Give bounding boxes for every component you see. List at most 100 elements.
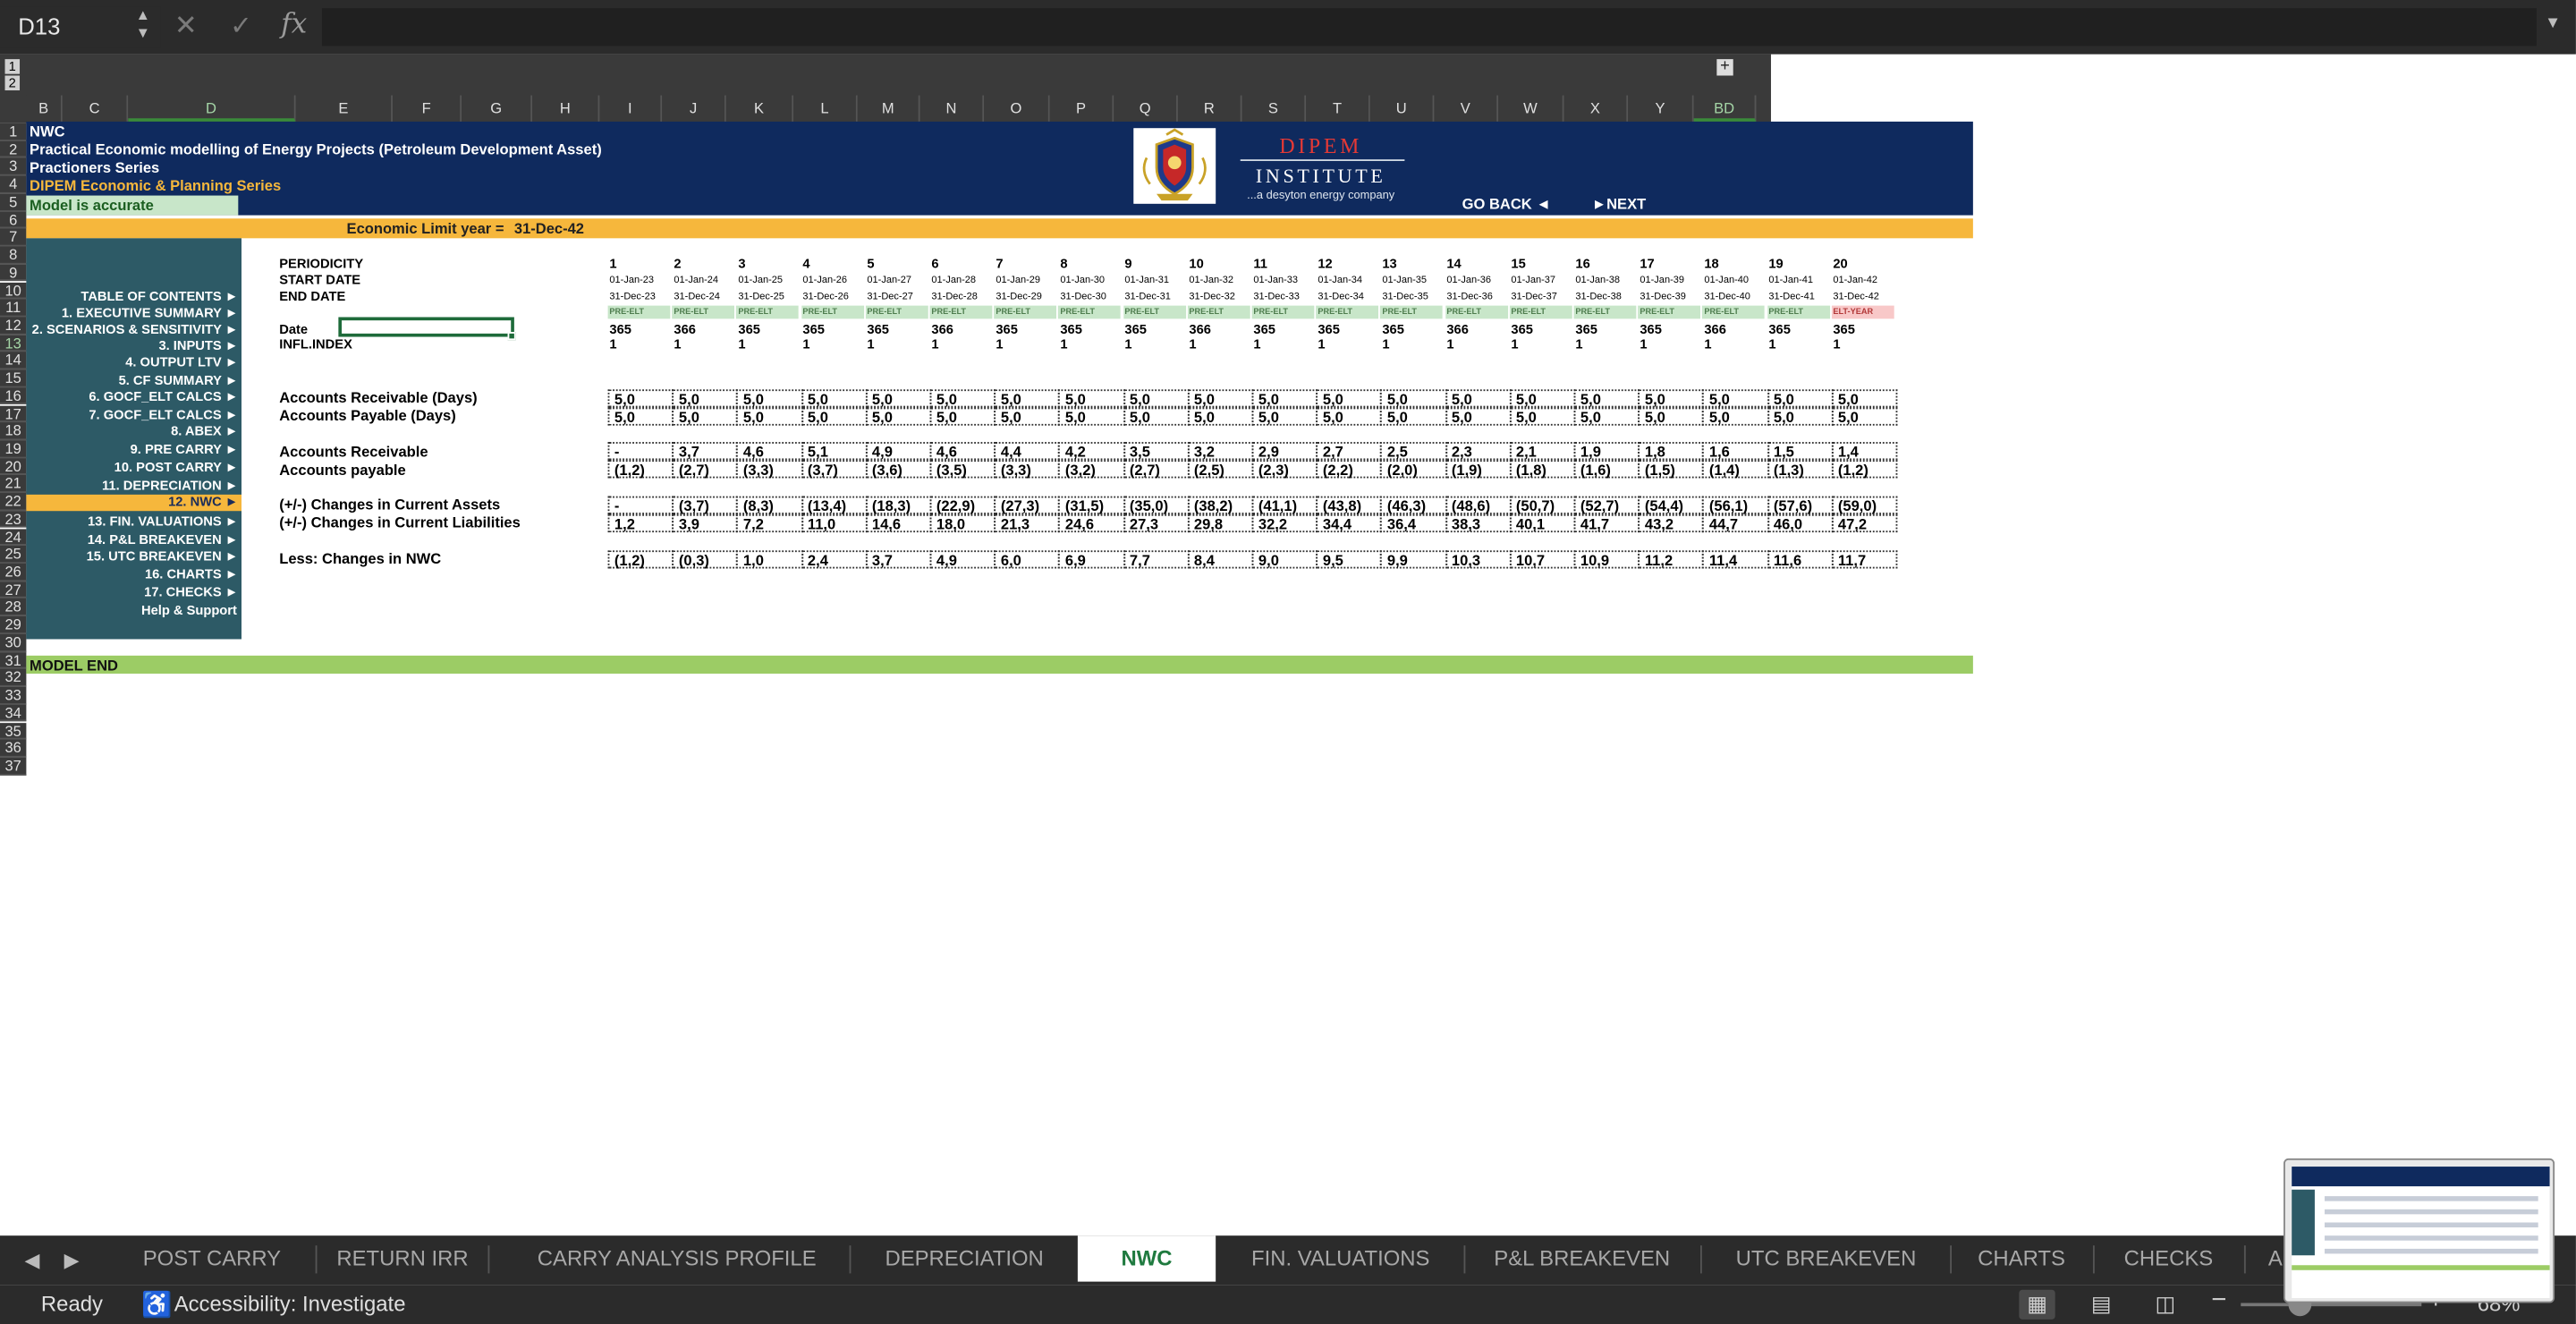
column-header[interactable]: S xyxy=(1241,95,1307,122)
help-support-link[interactable]: Help & Support xyxy=(141,603,237,618)
toc-item[interactable]: 8. ABEX ► xyxy=(26,424,238,439)
ap-cell[interactable]: (1,8) xyxy=(1509,460,1576,479)
ap-cell[interactable]: (1,2) xyxy=(1831,460,1898,479)
toc-item[interactable]: 15. UTC BREAKEVEN ► xyxy=(26,548,239,564)
ap-cell[interactable]: (3,7) xyxy=(801,460,868,479)
ar-cell[interactable]: 4,4 xyxy=(994,442,1061,461)
ap-cell[interactable]: (3,3) xyxy=(994,460,1061,479)
sheet-tab[interactable]: UTC BREAKEVEN xyxy=(1702,1235,1950,1281)
sheet-tab[interactable]: NWC xyxy=(1077,1235,1216,1282)
row-header[interactable]: 8 xyxy=(0,246,27,265)
row-header[interactable]: 7 xyxy=(0,228,27,247)
changes-ca-cell[interactable]: (18,3) xyxy=(865,496,932,514)
row-header[interactable]: 2 xyxy=(0,140,27,159)
toc-item[interactable]: 13. FIN. VALUATIONS ► xyxy=(26,514,238,530)
ar-days-cell[interactable]: 5,0 xyxy=(1831,389,1898,408)
column-header[interactable]: BD xyxy=(1693,95,1757,122)
ar-cell[interactable]: 4,9 xyxy=(865,442,932,461)
row-header[interactable]: 9 xyxy=(0,264,27,282)
ap-days-cell[interactable]: 5,0 xyxy=(1187,407,1254,426)
ar-cell[interactable]: 1,6 xyxy=(1702,442,1769,461)
row-header[interactable]: 11 xyxy=(0,299,27,318)
ar-cell[interactable]: 3,7 xyxy=(672,442,739,461)
ap-cell[interactable]: (3,2) xyxy=(1058,460,1125,479)
ar-days-cell[interactable]: 5,0 xyxy=(1058,389,1125,408)
column-header[interactable]: N xyxy=(919,95,985,122)
row-header[interactable]: 32 xyxy=(0,669,27,687)
changes-cl-cell[interactable]: 46,0 xyxy=(1767,513,1834,533)
ap-cell[interactable]: (2,7) xyxy=(1123,460,1190,479)
ar-days-cell[interactable]: 5,0 xyxy=(607,389,674,408)
changes-cl-cell[interactable]: 11,0 xyxy=(801,513,868,533)
sheet-tab[interactable]: CARRY ANALYSIS PROFILE xyxy=(504,1235,850,1281)
ap-days-cell[interactable]: 5,0 xyxy=(607,407,674,426)
ap-cell[interactable]: (3,3) xyxy=(736,460,803,479)
changes-ca-cell[interactable]: (38,2) xyxy=(1187,496,1254,514)
changes-cl-cell[interactable]: 1,2 xyxy=(607,513,674,533)
column-header[interactable]: G xyxy=(462,95,533,122)
cancel-icon[interactable]: ✕ xyxy=(174,10,198,43)
changes-ca-cell[interactable]: (48,6) xyxy=(1445,496,1512,514)
tab-scroll-right-icon[interactable]: ▶ xyxy=(64,1249,80,1272)
toc-item[interactable]: 1. EXECUTIVE SUMMARY ► xyxy=(26,306,238,321)
changes-ca-cell[interactable]: (54,4) xyxy=(1638,496,1705,514)
column-header[interactable]: F xyxy=(392,95,462,122)
changes-cl-cell[interactable]: 41,7 xyxy=(1573,513,1640,533)
column-header[interactable]: R xyxy=(1177,95,1242,122)
changes-nwc-cell[interactable]: 11,7 xyxy=(1831,550,1898,569)
sheet-tab[interactable]: CHARTS xyxy=(1950,1235,2093,1281)
changes-cl-cell[interactable]: 24,6 xyxy=(1058,513,1125,533)
changes-ca-cell[interactable]: (31,5) xyxy=(1058,496,1125,514)
ar-cell[interactable]: - xyxy=(607,442,674,461)
ap-days-cell[interactable]: 5,0 xyxy=(736,407,803,426)
changes-cl-cell[interactable]: 40,1 xyxy=(1509,513,1576,533)
enter-icon[interactable]: ✓ xyxy=(230,10,252,43)
ar-days-cell[interactable]: 5,0 xyxy=(1445,389,1512,408)
row-header[interactable]: 20 xyxy=(0,457,27,476)
changes-ca-cell[interactable]: (50,7) xyxy=(1509,496,1576,514)
changes-cl-cell[interactable]: 34,4 xyxy=(1316,513,1383,533)
changes-nwc-cell[interactable]: 11,2 xyxy=(1638,550,1705,569)
toc-item[interactable]: 6. GOCF_ELT CALCS ► xyxy=(26,389,238,404)
ap-cell[interactable]: (1,6) xyxy=(1573,460,1640,479)
ar-days-cell[interactable]: 5,0 xyxy=(1187,389,1254,408)
ar-days-cell[interactable]: 5,0 xyxy=(994,389,1061,408)
ar-days-cell[interactable]: 5,0 xyxy=(1638,389,1705,408)
column-header[interactable]: H xyxy=(532,95,600,122)
row-header[interactable]: 22 xyxy=(0,493,27,511)
changes-nwc-cell[interactable]: 8,4 xyxy=(1187,550,1254,569)
sheet-tab[interactable]: P&L BREAKEVEN xyxy=(1463,1235,1699,1281)
ar-cell[interactable]: 1,5 xyxy=(1767,442,1834,461)
outline-level-2-button[interactable]: 2 xyxy=(4,75,21,91)
ar-days-cell[interactable]: 5,0 xyxy=(1316,389,1383,408)
changes-cl-cell[interactable]: 21,3 xyxy=(994,513,1061,533)
changes-cl-cell[interactable]: 7,2 xyxy=(736,513,803,533)
zoom-slider[interactable] xyxy=(2241,1303,2422,1307)
ap-days-cell[interactable]: 5,0 xyxy=(1058,407,1125,426)
changes-ca-cell[interactable]: (3,7) xyxy=(672,496,739,514)
changes-ca-cell[interactable]: (27,3) xyxy=(994,496,1061,514)
row-header[interactable]: 3 xyxy=(0,158,27,176)
column-header[interactable]: J xyxy=(662,95,726,122)
ar-cell[interactable]: 2,9 xyxy=(1251,442,1318,461)
changes-ca-cell[interactable]: (22,9) xyxy=(929,496,996,514)
row-header[interactable]: 13 xyxy=(0,334,27,352)
ar-days-cell[interactable]: 5,0 xyxy=(801,389,868,408)
ar-cell[interactable]: 2,1 xyxy=(1509,442,1576,461)
ar-cell[interactable]: 1,4 xyxy=(1831,442,1898,461)
ar-days-cell[interactable]: 5,0 xyxy=(672,389,739,408)
ap-days-cell[interactable]: 5,0 xyxy=(1251,407,1318,426)
toc-item[interactable]: 9. PRE CARRY ► xyxy=(26,442,239,457)
ap-days-cell[interactable]: 5,0 xyxy=(1573,407,1640,426)
formula-input[interactable] xyxy=(321,8,2537,47)
ar-cell[interactable]: 4,2 xyxy=(1058,442,1125,461)
ap-days-cell[interactable]: 5,0 xyxy=(929,407,996,426)
changes-nwc-cell[interactable]: (0,3) xyxy=(672,550,739,569)
select-all-corner[interactable] xyxy=(0,95,27,122)
ap-days-cell[interactable]: 5,0 xyxy=(672,407,739,426)
row-header[interactable]: 17 xyxy=(0,404,27,423)
changes-cl-cell[interactable]: 14,6 xyxy=(865,513,932,533)
changes-nwc-cell[interactable]: 11,6 xyxy=(1767,550,1834,569)
ar-days-cell[interactable]: 5,0 xyxy=(1251,389,1318,408)
ar-cell[interactable]: 4,6 xyxy=(929,442,996,461)
